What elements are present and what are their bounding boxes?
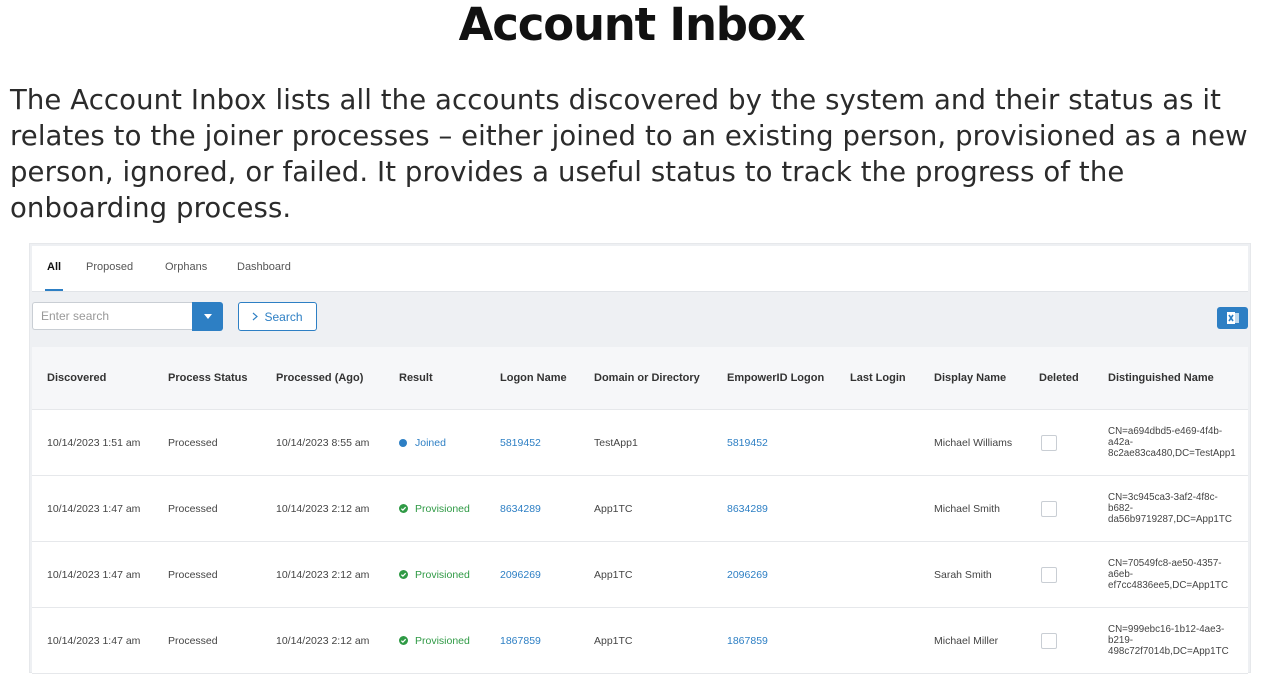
display-name-cell: Michael Smith	[934, 502, 1000, 515]
empowerid-logon-link[interactable]: 2096269	[727, 542, 768, 607]
table-row[interactable]: 10/14/2023 1:47 am Processed 10/14/2023 …	[32, 476, 1248, 542]
tab-dashboard[interactable]: Dashboard	[237, 246, 291, 291]
search-button-label: Search	[264, 309, 303, 324]
dn-line: CN=a694dbd5-e469-4f4b-	[1108, 426, 1223, 437]
result-label: Joined	[415, 436, 446, 449]
deleted-checkbox[interactable]	[1041, 434, 1057, 451]
export-excel-button[interactable]	[1217, 307, 1248, 329]
process-status-cell: Processed	[168, 502, 218, 515]
tab-bar: All Proposed Orphans Dashboard	[32, 246, 1248, 292]
deleted-checkbox[interactable]	[1041, 566, 1057, 583]
distinguished-name-cell: CN=3c945ca3-3af2-4f8c-b682- da56b9719287,…	[1108, 476, 1248, 541]
chevron-right-icon	[253, 312, 259, 321]
dn-line: a42a-	[1108, 437, 1134, 448]
accounts-table: Discovered Process Status Processed (Ago…	[32, 347, 1248, 674]
deleted-cell	[1041, 476, 1057, 541]
empowerid-logon-link[interactable]: 8634289	[727, 476, 768, 541]
display-name-cell: Sarah Smith	[934, 568, 992, 581]
dn-line: da56b9719287,DC=App1TC	[1108, 514, 1232, 525]
col-display-name[interactable]: Display Name	[934, 347, 1006, 409]
result-cell: Provisioned	[399, 476, 470, 541]
tab-all[interactable]: All	[45, 246, 64, 291]
tab-orphans[interactable]: Orphans	[165, 246, 207, 291]
process-status-cell: Processed	[168, 634, 218, 647]
processed-cell: 10/14/2023 2:12 am	[276, 568, 370, 581]
dn-line: ef7cc4836ee5,DC=App1TC	[1108, 580, 1229, 591]
col-processed-ago[interactable]: Processed (Ago)	[276, 347, 363, 409]
dn-line: CN=999ebc16-1b12-4ae3-	[1108, 624, 1225, 635]
deleted-cell	[1041, 608, 1057, 673]
dn-line: b219-	[1108, 635, 1134, 646]
dn-line: b682-	[1108, 503, 1134, 514]
tab-proposed[interactable]: Proposed	[86, 246, 133, 291]
dn-line: 8c2ae83ca480,DC=TestApp1	[1108, 448, 1236, 459]
domain-cell: App1TC	[594, 502, 633, 515]
processed-cell: 10/14/2023 2:12 am	[276, 502, 370, 515]
excel-export-icon	[1226, 312, 1239, 324]
result-label: Provisioned	[415, 568, 470, 581]
logon-name-link[interactable]: 5819452	[500, 410, 541, 475]
empowerid-logon-link[interactable]: 1867859	[727, 608, 768, 673]
deleted-cell	[1041, 542, 1057, 607]
result-label: Provisioned	[415, 502, 470, 515]
check-circle-icon	[399, 504, 408, 513]
distinguished-name-cell: CN=70549fc8-ae50-4357- a6eb-ef7cc4836ee5,…	[1108, 542, 1248, 607]
toolbar: Search	[30, 292, 1250, 348]
deleted-checkbox[interactable]	[1041, 500, 1057, 517]
table-row[interactable]: 10/14/2023 1:47 am Processed 10/14/2023 …	[32, 542, 1248, 608]
check-circle-icon	[399, 636, 408, 645]
check-circle-icon	[399, 570, 408, 579]
result-label: Provisioned	[415, 634, 470, 647]
logon-name-link[interactable]: 8634289	[500, 476, 541, 541]
logon-name-link[interactable]: 1867859	[500, 608, 541, 673]
result-cell: Provisioned	[399, 542, 470, 607]
table-row[interactable]: 10/14/2023 1:47 am Processed 10/14/2023 …	[32, 608, 1248, 674]
dn-line: CN=70549fc8-ae50-4357-	[1108, 558, 1222, 569]
deleted-cell	[1041, 410, 1057, 475]
result-cell: Provisioned	[399, 608, 470, 673]
deleted-checkbox[interactable]	[1041, 632, 1057, 649]
dn-line: a6eb-	[1108, 569, 1134, 580]
discovered-cell: 10/14/2023 1:47 am	[47, 634, 141, 647]
table-row[interactable]: 10/14/2023 1:51 am Processed 10/14/2023 …	[32, 410, 1248, 476]
distinguished-name-cell: CN=999ebc16-1b12-4ae3- b219- 498c72f7014b,…	[1108, 608, 1248, 673]
table-header-row: Discovered Process Status Processed (Ago…	[32, 347, 1248, 410]
col-last-login[interactable]: Last Login	[850, 347, 906, 409]
domain-cell: TestApp1	[594, 436, 638, 449]
dn-line: CN=3c945ca3-3af2-4f8c-	[1108, 492, 1218, 503]
discovered-cell: 10/14/2023 1:47 am	[47, 502, 141, 515]
process-status-cell: Processed	[168, 436, 218, 449]
display-name-cell: Michael Williams	[934, 436, 1013, 449]
col-logon-name[interactable]: Logon Name	[500, 347, 567, 409]
col-discovered[interactable]: Discovered	[47, 347, 106, 409]
domain-cell: App1TC	[594, 634, 633, 647]
processed-cell: 10/14/2023 2:12 am	[276, 634, 370, 647]
joined-dot-icon	[399, 438, 407, 447]
search-filter-dropdown[interactable]	[192, 302, 223, 331]
discovered-cell: 10/14/2023 1:47 am	[47, 568, 141, 581]
col-result[interactable]: Result	[399, 347, 433, 409]
col-empowerid-logon[interactable]: EmpowerID Logon	[727, 347, 824, 409]
result-cell: Joined	[399, 410, 446, 475]
display-name-cell: Michael Miller	[934, 634, 999, 647]
logon-name-link[interactable]: 2096269	[500, 542, 541, 607]
page-title: Account Inbox	[458, 0, 806, 51]
app-screenshot: All Proposed Orphans Dashboard Search Di…	[29, 243, 1251, 674]
col-domain-or-directory[interactable]: Domain or Directory	[594, 347, 700, 409]
intro-paragraph: The Account Inbox lists all the accounts…	[10, 84, 1248, 224]
col-process-status[interactable]: Process Status	[168, 347, 247, 409]
dn-line: 498c72f7014b,DC=App1TC	[1108, 646, 1229, 657]
processed-cell: 10/14/2023 8:55 am	[276, 436, 370, 449]
discovered-cell: 10/14/2023 1:51 am	[47, 436, 141, 449]
col-distinguished-name[interactable]: Distinguished Name	[1108, 347, 1214, 409]
process-status-cell: Processed	[168, 568, 218, 581]
domain-cell: App1TC	[594, 568, 633, 581]
search-input[interactable]	[32, 302, 192, 330]
distinguished-name-cell: CN=a694dbd5-e469-4f4b-a42a- 8c2ae83ca480,…	[1108, 410, 1248, 475]
chevron-down-icon	[203, 313, 212, 319]
empowerid-logon-link[interactable]: 5819452	[727, 410, 768, 475]
col-deleted[interactable]: Deleted	[1039, 347, 1079, 409]
search-button[interactable]: Search	[238, 302, 317, 331]
